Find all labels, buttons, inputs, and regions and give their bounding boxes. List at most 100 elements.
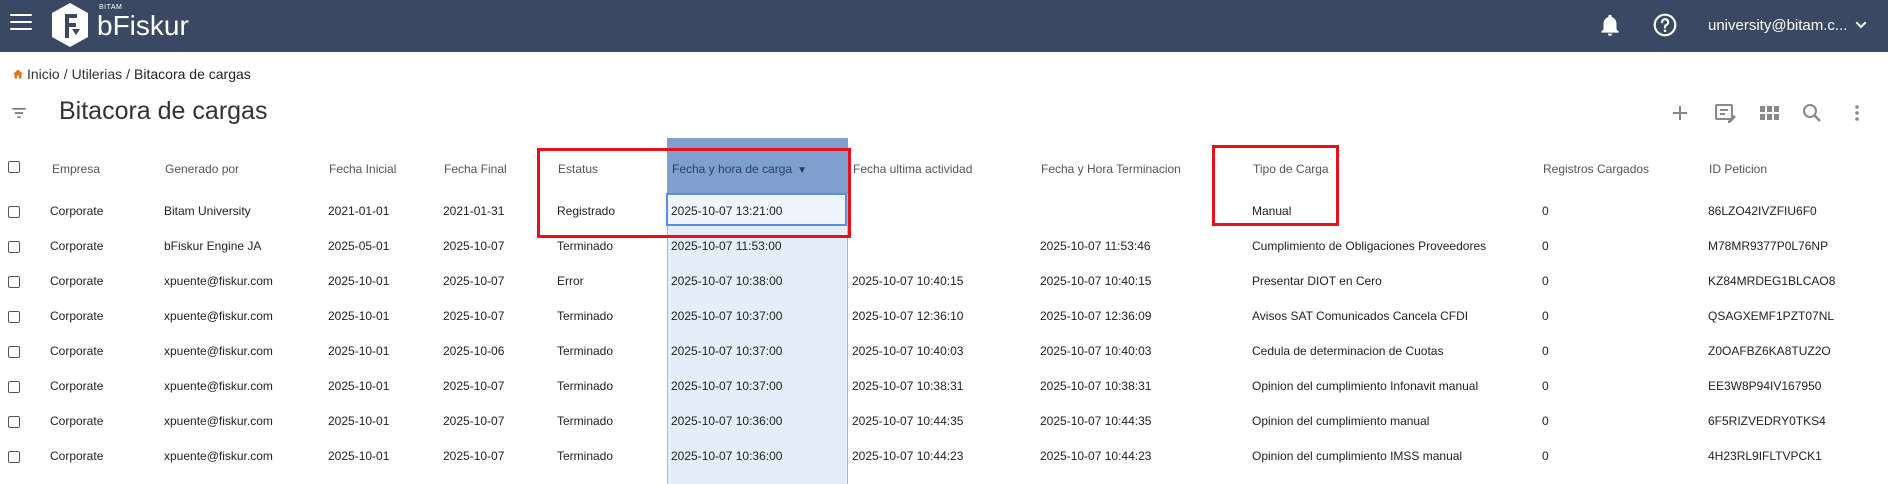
cell-fecha-ultima-actividad: 2025-10-07 10:40:03	[852, 344, 964, 358]
column-header-label: Fecha y hora de carga	[672, 162, 793, 176]
search-icon[interactable]	[1800, 101, 1824, 125]
add-icon[interactable]	[1668, 101, 1692, 125]
user-menu[interactable]: university@bitam.c...	[1708, 14, 1869, 36]
cell-fecha-final: 2025-10-07	[443, 379, 505, 393]
cell-tipo-de-carga: Opinion del cumplimiento manual	[1252, 414, 1430, 428]
cell-fecha-final: 2021-01-31	[443, 204, 505, 218]
cell-fecha-hora-carga: 2025-10-07 10:37:00	[671, 344, 783, 358]
cell-fecha-hora-terminacion: 2025-10-07 11:53:46	[1040, 239, 1151, 253]
bell-icon[interactable]	[1597, 12, 1623, 38]
column-header-fecha-hora-terminacion[interactable]: Fecha y Hora Terminacion	[1041, 162, 1181, 176]
cell-fecha-ultima-actividad: 2025-10-07 10:44:23	[852, 449, 964, 463]
cell-id-peticion: KZ84MRDEG1BLCAO8	[1708, 274, 1836, 288]
grid-view-icon[interactable]	[1757, 101, 1781, 125]
cell-fecha-hora-carga: 2025-10-07 10:37:00	[671, 309, 783, 323]
cell-fecha-final: 2025-10-07	[443, 414, 505, 428]
row-checkbox[interactable]	[8, 451, 20, 463]
column-header-fecha-ultima-actividad[interactable]: Fecha ultima actividad	[853, 162, 972, 176]
cell-generado-por: xpuente@fiskur.com	[164, 449, 273, 463]
cell-id-peticion: 4H23RL9IFLTVPCK1	[1708, 449, 1822, 463]
cell-fecha-inicial: 2025-10-01	[328, 274, 390, 288]
menu-icon[interactable]	[10, 14, 32, 32]
breadcrumb: Inicio / Utilerias / Bitacora de cargas	[12, 66, 251, 82]
cell-fecha-hora-terminacion: 2025-10-07 12:36:09	[1040, 309, 1152, 323]
row-checkbox[interactable]	[8, 206, 20, 218]
page-title: Bitacora de cargas	[59, 97, 268, 125]
cell-estatus: Terminado	[557, 309, 614, 323]
sort-descending-icon: ▼	[797, 165, 807, 176]
cell-empresa: Corporate	[50, 379, 104, 393]
cell-fecha-ultima-actividad: 2025-10-07 12:36:10	[852, 309, 964, 323]
row-checkbox[interactable]	[8, 311, 20, 323]
cell-empresa: Corporate	[50, 239, 104, 253]
cell-estatus: Terminado	[557, 414, 614, 428]
cell-registros-cargados: 0	[1542, 274, 1549, 288]
row-checkbox[interactable]	[8, 381, 20, 393]
cell-fecha-final: 2025-10-07	[443, 449, 505, 463]
breadcrumb-home[interactable]: Inicio	[27, 66, 60, 82]
cell-tipo-de-carga: Presentar DIOT en Cero	[1252, 274, 1382, 288]
cell-registros-cargados: 0	[1542, 204, 1549, 218]
cell-estatus: Terminado	[557, 239, 614, 253]
cell-fecha-hora-terminacion: 2025-10-07 10:40:15	[1040, 274, 1152, 288]
cell-fecha-inicial: 2025-10-01	[328, 414, 390, 428]
cell-estatus: Terminado	[557, 379, 614, 393]
cell-fecha-inicial: 2025-10-01	[328, 344, 390, 358]
home-icon[interactable]	[12, 68, 24, 80]
edit-columns-icon[interactable]	[1713, 101, 1737, 125]
cell-fecha-hora-terminacion: 2025-10-07 10:38:31	[1040, 379, 1152, 393]
column-header-estatus[interactable]: Estatus	[558, 162, 598, 176]
cell-registros-cargados: 0	[1542, 344, 1549, 358]
row-checkbox[interactable]	[8, 416, 20, 428]
filter-icon[interactable]	[9, 103, 29, 123]
help-icon[interactable]	[1652, 12, 1678, 38]
column-header-generado-por[interactable]: Generado por	[165, 162, 239, 176]
cell-fecha-hora-carga: 2025-10-07 13:21:00	[671, 204, 783, 218]
breadcrumb-section[interactable]: Utilerias	[72, 66, 123, 82]
cell-estatus: Terminado	[557, 449, 614, 463]
cell-generado-por: bFiskur Engine JA	[164, 239, 262, 253]
cell-estatus: Terminado	[557, 344, 614, 358]
cell-id-peticion: EE3W8P94IV167950	[1708, 379, 1822, 393]
cell-id-peticion: M78MR9377P0L76NP	[1708, 239, 1829, 253]
cell-empresa: Corporate	[50, 309, 104, 323]
cell-empresa: Corporate	[50, 204, 104, 218]
column-header-empresa[interactable]: Empresa	[52, 162, 100, 176]
row-checkbox[interactable]	[8, 346, 20, 358]
cell-fecha-hora-carga: 2025-10-07 10:36:00	[671, 449, 783, 463]
cell-fecha-ultima-actividad: 2025-10-07 10:40:15	[852, 274, 964, 288]
cell-empresa: Corporate	[50, 344, 104, 358]
row-checkbox[interactable]	[8, 241, 20, 253]
row-checkbox[interactable]	[8, 276, 20, 288]
cell-registros-cargados: 0	[1542, 309, 1549, 323]
logo-name: bFiskur	[97, 10, 189, 41]
column-header-tipo-de-carga[interactable]: Tipo de Carga	[1253, 162, 1329, 176]
column-header-id-peticion[interactable]: ID Peticion	[1709, 162, 1767, 176]
more-vert-icon[interactable]	[1845, 101, 1869, 125]
top-bar: BITAM bFiskur university@bitam.c...	[0, 0, 1888, 52]
cell-fecha-final: 2025-10-07	[443, 309, 505, 323]
cell-estatus: Error	[557, 274, 584, 288]
cell-tipo-de-carga: Cumplimiento de Obligaciones Proveedores	[1252, 239, 1487, 253]
cell-fecha-hora-terminacion: 2025-10-07 10:40:03	[1040, 344, 1152, 358]
cell-generado-por: xpuente@fiskur.com	[164, 379, 273, 393]
cell-tipo-de-carga: Avisos SAT Comunicados Cancela CFDI	[1252, 309, 1469, 323]
cell-id-peticion: Z0OAFBZ6KA8TUZ2O	[1708, 344, 1831, 358]
cell-fecha-hora-carga: 2025-10-07 10:37:00	[671, 379, 783, 393]
column-header-fecha-final[interactable]: Fecha Final	[444, 162, 507, 176]
breadcrumb-separator: /	[63, 66, 68, 82]
cell-empresa: Corporate	[50, 274, 104, 288]
cell-fecha-inicial: 2021-01-01	[328, 204, 390, 218]
cell-tipo-de-carga: Cedula de determinacion de Cuotas	[1252, 344, 1444, 358]
cell-registros-cargados: 0	[1542, 239, 1549, 253]
cell-fecha-hora-carga: 2025-10-07 11:53:00	[671, 239, 782, 253]
column-header-fecha-inicial[interactable]: Fecha Inicial	[329, 162, 396, 176]
select-all-checkbox[interactable]	[8, 161, 20, 173]
cell-fecha-hora-carga: 2025-10-07 10:38:00	[671, 274, 783, 288]
breadcrumb-current: Bitacora de cargas	[134, 66, 251, 82]
cell-generado-por: xpuente@fiskur.com	[164, 414, 273, 428]
cell-generado-por: Bitam University	[164, 204, 251, 218]
cell-fecha-inicial: 2025-05-01	[328, 239, 390, 253]
column-header-registros-cargados[interactable]: Registros Cargados	[1543, 162, 1649, 176]
column-header-fecha-hora-carga[interactable]: Fecha y hora de carga ▼	[672, 162, 807, 176]
